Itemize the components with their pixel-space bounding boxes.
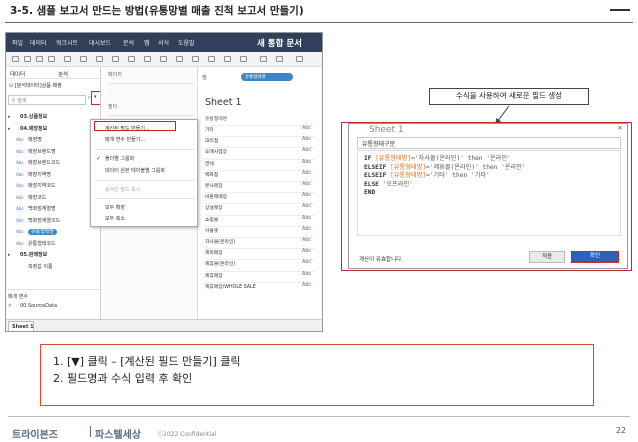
formula-expression: ='자사몰(온라인)' then '온라인' [411, 155, 511, 162]
formula-field-ref: [유통형태명] [375, 155, 412, 162]
formula-line: ELSEIF [유통형태명]='기타' then '기타' [364, 172, 614, 181]
formula-line: ELSE '오프라인' [364, 181, 614, 190]
formula-line: IF [유통형태명]='자사몰(온라인)' then '온라인' [364, 155, 614, 164]
close-icon[interactable]: × [617, 124, 623, 132]
logo-separator [90, 426, 91, 437]
confidential-note: ⓒ2022 Confidential [157, 431, 217, 438]
formula-line: ELSEIF [유통형태명]='제휴몰(온라인)' then '온라인' [364, 164, 614, 173]
steps-box: 1. [▼] 클릭 – [계산된 필드 만들기] 클릭 2. 필드명과 수식 입… [40, 344, 594, 406]
logo-tribons: 트라이본즈 [12, 430, 58, 441]
formula-expression: ='제휴몰(온라인)' then '온라인' [426, 163, 526, 171]
calc-dialog: Sheet 1 유통형태구분 × IF [유통형태명]='자사몰(온라인)' t… [348, 123, 628, 269]
formula-editor[interactable]: IF [유통형태명]='자사몰(온라인)' then '온라인' ELSEIF [… [357, 150, 621, 236]
calc-name-input[interactable]: 유통형태구분 [357, 137, 621, 149]
footer-divider [8, 416, 630, 417]
formula-keyword: ELSEIF [364, 163, 391, 171]
ok-button[interactable]: 확인 [571, 251, 619, 263]
logo-pastel: 파스텔세상 [95, 430, 141, 441]
formula-keyword: ELSEIF [364, 172, 391, 179]
formula-expression: '오프라인' [382, 180, 413, 188]
formula-field-ref: [유통형태명] [390, 163, 426, 171]
step-1: 1. [▼] 클릭 – [계산된 필드 만들기] 클릭 [53, 355, 241, 368]
formula-line: END [364, 189, 614, 198]
formula-keyword: IF [364, 155, 376, 162]
step-2: 2. 필드명과 수식 입력 후 확인 [53, 372, 193, 385]
calc-status: 계산이 유효합니다. [359, 257, 403, 263]
formula-expression: ='기타' then '기타' [426, 172, 490, 179]
dialog-bg-sheet-title: Sheet 1 [369, 125, 404, 135]
formula-keyword: END [364, 189, 376, 196]
formula-field-ref: [유통형태명] [390, 172, 426, 179]
apply-button[interactable]: 적용 [529, 251, 565, 263]
page-number: 22 [615, 426, 626, 435]
formula-keyword: ELSE [364, 180, 383, 188]
